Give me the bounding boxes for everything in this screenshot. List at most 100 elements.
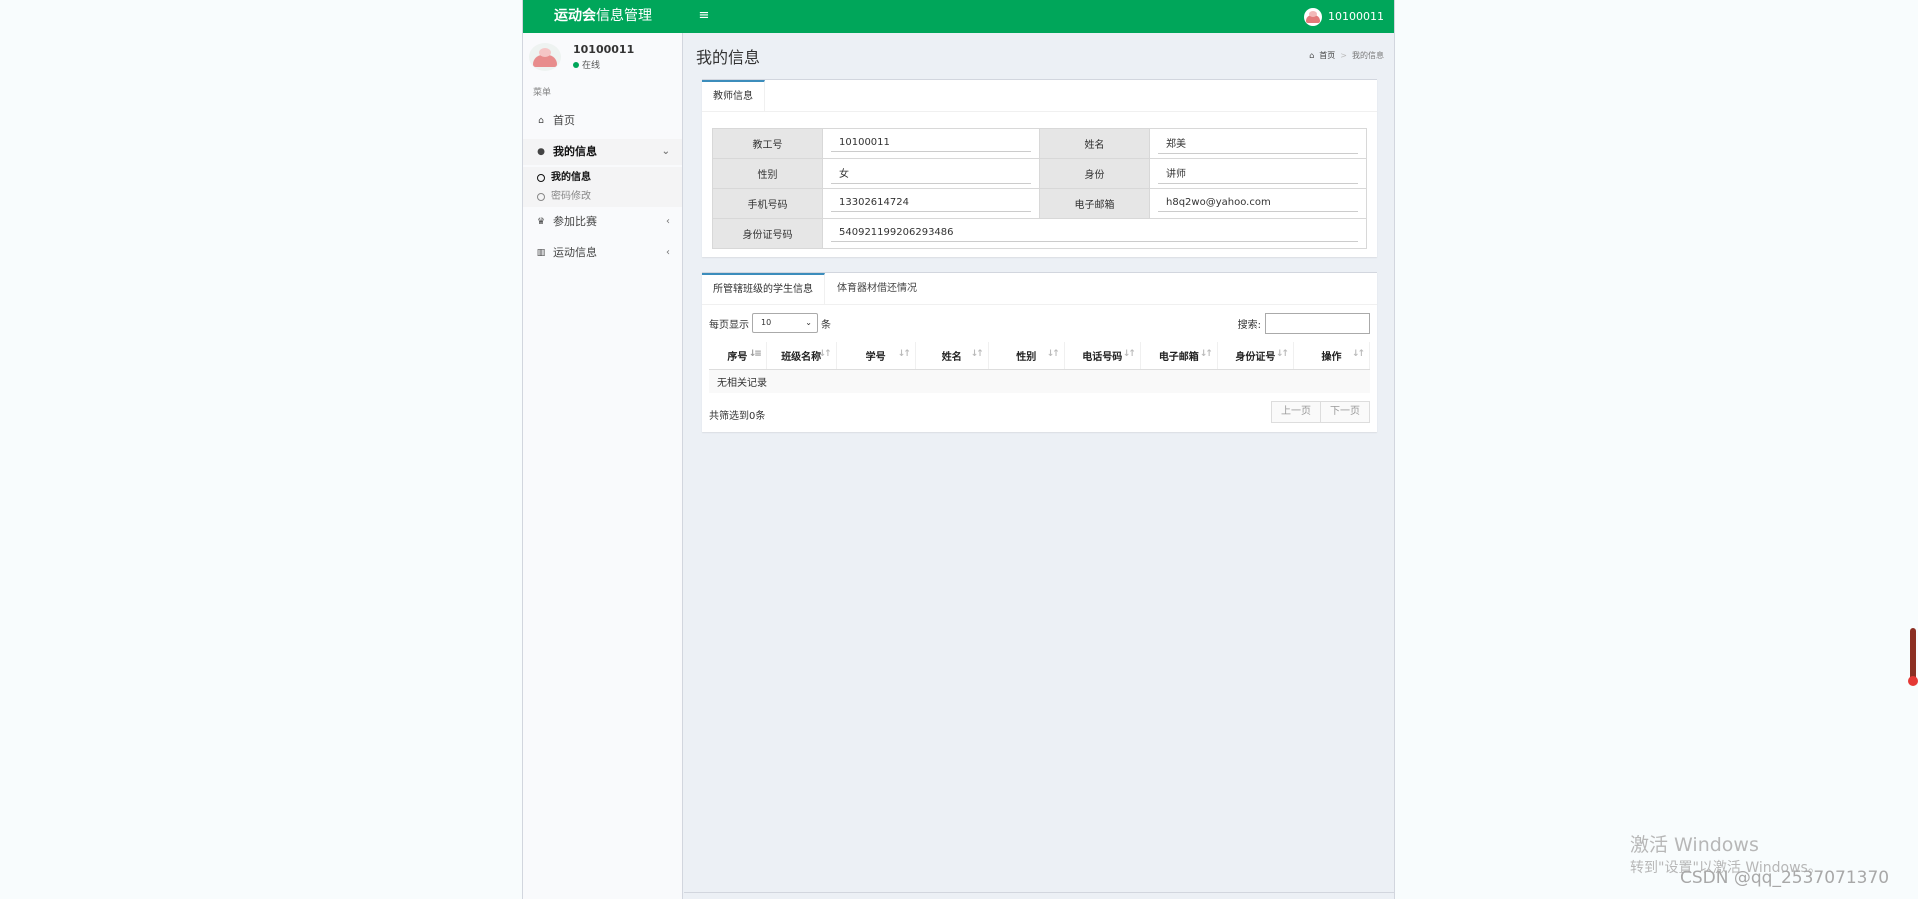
column-header[interactable]: 序号 ↓≡ xyxy=(709,342,767,370)
column-header[interactable]: 电话号码 ↓↑ xyxy=(1064,342,1141,370)
column-header-label: 身份证号 xyxy=(1235,351,1276,363)
column-header[interactable]: 学号 ↓↑ xyxy=(836,342,916,370)
field-value: 13302614724 xyxy=(822,188,1040,219)
field-value: h8q2wo@yahoo.com xyxy=(1149,188,1367,219)
circle-icon xyxy=(537,193,545,201)
staff-id-value: 10100011 xyxy=(831,137,1031,152)
home-icon: ⌂ xyxy=(538,116,544,126)
student-list-box: 所管辖班级的学生信息 体育器材借还情况 每页显示 10 ⌄ 条 搜索: 序号 ↓≡… xyxy=(702,272,1377,432)
gender-value: 女 xyxy=(831,165,1031,184)
table-row: 教工号 10100011 姓名 郑美 xyxy=(712,128,1367,159)
teacher-info-box: 教师信息 教工号 10100011 姓名 郑美 性别 女 身份 讲师 手机号码 … xyxy=(702,79,1377,257)
sidebar-toggle-icon[interactable]: ≡ xyxy=(689,0,719,33)
sidebar-item-label: 我的信息 xyxy=(553,145,597,158)
field-value: 540921199206293486 xyxy=(822,218,1367,249)
tab-class-students[interactable]: 所管辖班级的学生信息 xyxy=(702,273,825,305)
sort-icon: ↓↑ xyxy=(970,349,984,359)
column-header[interactable]: 操作 ↓↑ xyxy=(1293,342,1371,370)
field-label: 性别 xyxy=(712,158,823,189)
csdn-watermark: CSDN @qq_2537071370 xyxy=(1680,868,1890,888)
column-header[interactable]: 性别 ↓↑ xyxy=(988,342,1065,370)
teacher-info-table: 教工号 10100011 姓名 郑美 性别 女 身份 讲师 手机号码 13302… xyxy=(712,128,1367,249)
field-label: 姓名 xyxy=(1039,128,1150,159)
table-header-row: 序号 ↓≡ 班级名称 ↓↑ 学号 ↓↑ 姓名 ↓↑ 性别 ↓↑ 电话号码 ↓↑ 电子邮箱 ↓↑… xyxy=(709,342,1371,370)
search-input[interactable] xyxy=(1265,313,1370,334)
table-row: 身份证号码 540921199206293486 xyxy=(712,218,1367,249)
title-value: 讲师 xyxy=(1158,165,1358,184)
field-label: 手机号码 xyxy=(712,188,823,219)
sidebar-item-my-info[interactable]: ● 我的信息 ⌄ xyxy=(523,139,682,165)
page-title: 我的信息 xyxy=(696,48,761,67)
column-header[interactable]: 身份证号 ↓↑ xyxy=(1217,342,1294,370)
empty-message: 无相关记录 xyxy=(709,369,1370,393)
sidebar-item-home[interactable]: ⌂ 首页 xyxy=(523,108,682,134)
breadcrumb-separator: > xyxy=(1340,51,1347,60)
sidebar: 10100011 在线 菜单 ⌂ 首页 ● 我的信息 ⌄ 我的信息 密码修改 ♛… xyxy=(523,33,683,899)
sort-icon: ↓↑ xyxy=(1046,349,1060,359)
breadcrumb-home[interactable]: 首页 xyxy=(1319,50,1335,61)
tab-equipment-loans[interactable]: 体育器材借还情况 xyxy=(826,273,928,305)
search-label: 搜索: xyxy=(1237,320,1261,331)
table-row: 性别 女 身份 讲师 xyxy=(712,158,1367,189)
user-status: 在线 xyxy=(573,58,600,71)
user-menu[interactable]: 10100011 xyxy=(1304,0,1384,33)
chevron-left-icon: ‹ xyxy=(666,247,670,258)
field-value: 女 xyxy=(822,158,1040,189)
field-value: 郑美 xyxy=(1149,128,1367,159)
header-user-id: 10100011 xyxy=(1328,10,1384,23)
sort-icon: ↓↑ xyxy=(1351,349,1365,359)
phone-value: 13302614724 xyxy=(831,197,1031,212)
tab-teacher-info[interactable]: 教师信息 xyxy=(702,80,765,112)
user-panel: 10100011 在线 xyxy=(529,40,679,72)
sub-item-my-info[interactable]: 我的信息 xyxy=(537,169,591,187)
column-header-label: 学号 xyxy=(865,351,886,363)
column-header-label: 班级名称 xyxy=(781,351,822,363)
column-header-label: 性别 xyxy=(1016,351,1037,363)
column-header-label: 序号 xyxy=(727,351,748,363)
top-header: 运动会信息管理 ≡ 10100011 xyxy=(523,0,1394,33)
column-header-label: 操作 xyxy=(1321,351,1342,363)
logo-text: 信息管理 xyxy=(596,8,652,24)
sort-asc-icon: ↓≡ xyxy=(748,349,762,359)
breadcrumb-current: 我的信息 xyxy=(1352,51,1384,60)
table-row: 无相关记录 xyxy=(709,369,1370,393)
chevron-down-icon: ⌄ xyxy=(805,318,812,327)
sort-icon: ↓↑ xyxy=(897,349,911,359)
breadcrumb-home-icon[interactable]: ⌂ xyxy=(1309,51,1314,60)
breadcrumb: ⌂ 首页 > 我的信息 xyxy=(1309,50,1384,61)
sub-item-change-password[interactable]: 密码修改 xyxy=(537,188,591,206)
field-label: 电子邮箱 xyxy=(1039,188,1150,219)
avatar xyxy=(1304,7,1322,26)
sort-icon: ↓↑ xyxy=(818,349,832,359)
online-status-icon xyxy=(573,61,579,68)
sidebar-item-label: 首页 xyxy=(553,114,575,127)
user-name: 10100011 xyxy=(573,43,635,56)
sidebar-item-sports-info[interactable]: ▥ 运动信息 ‹ xyxy=(523,240,682,266)
scroll-indicator[interactable] xyxy=(1908,628,1918,686)
prev-page-button[interactable]: 上一页 xyxy=(1271,401,1321,423)
field-label: 教工号 xyxy=(712,128,823,159)
table-info: 共筛选到0条 xyxy=(709,411,766,422)
page-length-select[interactable]: 10 ⌄ xyxy=(752,313,818,333)
teacher-tabs: 教师信息 xyxy=(702,80,1377,112)
app-window: 运动会信息管理 ≡ 10100011 10100011 在线 菜单 ⌂ 首页 ●… xyxy=(522,0,1395,899)
column-header[interactable]: 电子邮箱 ↓↑ xyxy=(1140,342,1218,370)
sort-icon: ↓↑ xyxy=(1122,349,1136,359)
app-logo[interactable]: 运动会信息管理 xyxy=(523,0,683,33)
footer-divider xyxy=(684,892,1394,893)
user-avatar xyxy=(529,43,561,71)
next-page-button[interactable]: 下一页 xyxy=(1321,401,1370,423)
windows-activation-title: 激活 Windows xyxy=(1630,834,1759,856)
field-label: 身份 xyxy=(1039,158,1150,189)
sort-icon: ↓↑ xyxy=(1275,349,1289,359)
page-length-suffix: 条 xyxy=(821,319,831,331)
sub-item-label: 我的信息 xyxy=(551,172,591,183)
page-length-control: 每页显示 10 ⌄ 条 xyxy=(709,313,831,333)
column-header[interactable]: 班级名称 ↓↑ xyxy=(766,342,837,370)
email-value: h8q2wo@yahoo.com xyxy=(1158,197,1358,212)
column-header[interactable]: 姓名 ↓↑ xyxy=(915,342,989,370)
page-length-prefix: 每页显示 xyxy=(709,319,749,331)
column-header-label: 电子邮箱 xyxy=(1158,351,1199,363)
sidebar-item-join-competition[interactable]: ♛ 参加比赛 ‹ xyxy=(523,209,682,235)
field-value: 讲师 xyxy=(1149,158,1367,189)
